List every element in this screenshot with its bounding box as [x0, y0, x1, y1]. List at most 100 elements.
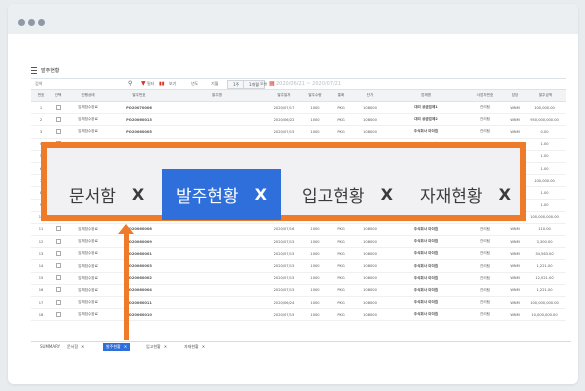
- bottom-tab-documents[interactable]: 문서함 ✕: [64, 343, 87, 351]
- row-checkbox[interactable]: [55, 226, 61, 232]
- date-range-input[interactable]: 2020/06/21 ~ 2020/07/21: [276, 81, 341, 87]
- cell-owner: WNM: [505, 247, 525, 261]
- zoom-tab-materials[interactable]: 자재현황 X: [420, 169, 511, 220]
- year-select[interactable]: 년도: [191, 81, 198, 87]
- month-select[interactable]: 기월: [211, 81, 218, 87]
- table-row[interactable]: 14 임체참수완료 PO20060003 2020/07/15 1000 PKG 10800…: [31, 259, 566, 273]
- cell-qty: 1000: [301, 284, 329, 298]
- column-header[interactable]: 진행상태: [65, 90, 111, 102]
- close-icon[interactable]: X: [499, 185, 511, 204]
- cell-date: 2020/07/15: [267, 247, 301, 261]
- row-checkbox[interactable]: [55, 299, 61, 305]
- column-header[interactable]: 통화: [329, 90, 353, 102]
- bottom-tab-orders[interactable]: 발주현황 ✕: [103, 343, 131, 351]
- row-checkbox[interactable]: [55, 250, 61, 256]
- cell-qty: 1000: [301, 308, 329, 322]
- view-label[interactable]: 보기: [169, 81, 176, 87]
- bottom-tab-summary[interactable]: SUMMARY: [37, 343, 63, 351]
- table-row[interactable]: 18 임체참수완료 PO20060010 2020/07/15 1000 PKG 10800…: [31, 308, 566, 322]
- cell-date: 2020/06/24: [267, 296, 301, 310]
- zoom-tab-receiving[interactable]: 입고현황 X: [302, 169, 393, 220]
- column-header[interactable]: 선택: [51, 90, 65, 102]
- column-header[interactable]: 번호: [31, 90, 51, 102]
- cell-owner: WNM: [505, 259, 525, 273]
- cell-vendor: 대리 공급업체2: [387, 113, 465, 127]
- cell-no: 11: [31, 223, 51, 237]
- column-header[interactable]: 발주명: [167, 90, 267, 102]
- row-select-cell: [51, 101, 65, 115]
- cell-name: [167, 223, 267, 237]
- today-button[interactable]: 오늘: [260, 81, 267, 87]
- table-row[interactable]: 16 임체참수완료 PO20060004 2020/07/15 1000 PKG 10800…: [31, 284, 566, 298]
- window-close-dot[interactable]: [18, 19, 25, 26]
- row-checkbox[interactable]: [55, 287, 61, 293]
- close-icon[interactable]: ✕: [164, 344, 167, 349]
- column-header[interactable]: 발주일자: [267, 90, 301, 102]
- cell-vendor: 주식회사 마더원: [387, 272, 465, 285]
- close-icon[interactable]: ✕: [124, 344, 127, 349]
- column-header[interactable]: 사업자번호: [465, 90, 505, 102]
- row-checkbox[interactable]: [55, 238, 61, 244]
- cell-order-no: PO20060004: [111, 284, 167, 298]
- filter-label[interactable]: 필터: [147, 81, 154, 87]
- cell-no: 16: [31, 284, 51, 298]
- row-checkbox[interactable]: [55, 275, 61, 281]
- cell-no: 14: [31, 259, 51, 273]
- column-header[interactable]: 발주금액: [525, 90, 566, 102]
- cell-date: 2020/07/15: [267, 125, 301, 139]
- cell-biz: 관리팀: [465, 235, 505, 249]
- row-checkbox[interactable]: [55, 311, 61, 317]
- close-icon[interactable]: X: [381, 185, 393, 204]
- row-checkbox[interactable]: [55, 128, 61, 134]
- cell-qty: 1000: [301, 272, 329, 285]
- cell-date: 2020/07/15: [267, 259, 301, 273]
- bottom-tab-label: 입고현황: [146, 344, 161, 349]
- cell-amount: 1.00: [525, 186, 566, 200]
- table-row[interactable]: 12 임체참수완료 PO20060009 2020/07/15 1000 PKG 10800…: [31, 235, 566, 249]
- hamburger-menu-icon[interactable]: [31, 66, 37, 74]
- table-row[interactable]: 1 임체참수완료 PO20070006 2020/07/17 1000 PKG 108000…: [31, 101, 566, 115]
- zoom-tab-orders[interactable]: 발주현황 X: [162, 169, 281, 220]
- table-row[interactable]: 11 임체참수완료 PO20060008 2020/07/16 1000 PKG 10800…: [31, 223, 566, 237]
- cell-price: 108000: [353, 113, 387, 127]
- cell-amount: 1.00: [525, 150, 566, 163]
- search-icon[interactable]: ⚲: [128, 80, 132, 88]
- table-row[interactable]: 3 임체참수완료 PO20060005 2020/07/15 1000 PKG 108000…: [31, 125, 566, 139]
- column-header[interactable]: 업체명: [387, 90, 465, 102]
- page-header: 발주현황: [31, 65, 561, 75]
- search-input[interactable]: [35, 81, 143, 86]
- table-row[interactable]: 13 임체참수완료 PO20060001 2020/07/15 1000 PKG 10800…: [31, 247, 566, 261]
- bottom-tab-receiving[interactable]: 입고현황 ✕: [143, 343, 170, 351]
- row-checkbox[interactable]: [55, 263, 61, 269]
- bottom-tab-materials[interactable]: 자재현황 ✕: [181, 343, 208, 351]
- column-header[interactable]: 발주번호: [111, 90, 167, 102]
- close-icon[interactable]: ✕: [81, 344, 84, 349]
- chart-view-icon[interactable]: ▮▮: [159, 80, 165, 88]
- cell-name: [167, 259, 267, 273]
- cell-no: 18: [31, 308, 51, 322]
- table-row[interactable]: 15 임체참수완료 PO20060002 2020/07/15 1000 PKG 10800…: [31, 272, 566, 285]
- cell-qty: 1000: [301, 235, 329, 249]
- window-titlebar: [8, 4, 578, 34]
- window-minimize-dot[interactable]: [28, 19, 35, 26]
- zoom-tab-documents[interactable]: 문서함 X: [69, 169, 144, 220]
- column-header[interactable]: 단가: [353, 90, 387, 102]
- cell-qty: 1000: [301, 113, 329, 127]
- cell-amount: 10,000,000.00: [525, 308, 566, 322]
- row-checkbox[interactable]: [55, 104, 61, 110]
- calendar-icon[interactable]: ▦: [269, 80, 275, 88]
- window-maximize-dot[interactable]: [38, 19, 45, 26]
- close-icon[interactable]: X: [132, 185, 144, 204]
- filter-icon[interactable]: ▼: [141, 80, 146, 88]
- cell-vendor: 주식회사 마더원: [387, 235, 465, 249]
- row-checkbox[interactable]: [55, 116, 61, 122]
- bottom-tab-label: 자재현황: [184, 344, 199, 349]
- cell-order-no: PO20060009: [111, 235, 167, 249]
- column-header[interactable]: 발주수량: [301, 90, 329, 102]
- table-row[interactable]: 2 임체참수완료 PO20060013 2020/06/22 1000 PKG 108000…: [31, 113, 566, 127]
- cell-owner: WNM: [505, 223, 525, 237]
- close-icon[interactable]: ✕: [202, 344, 205, 349]
- close-icon[interactable]: X: [255, 185, 267, 204]
- column-header[interactable]: 담당: [505, 90, 525, 102]
- table-row[interactable]: 17 임체참수완료 PO20060011 2020/06/24 1000 PKG 10800…: [31, 296, 566, 310]
